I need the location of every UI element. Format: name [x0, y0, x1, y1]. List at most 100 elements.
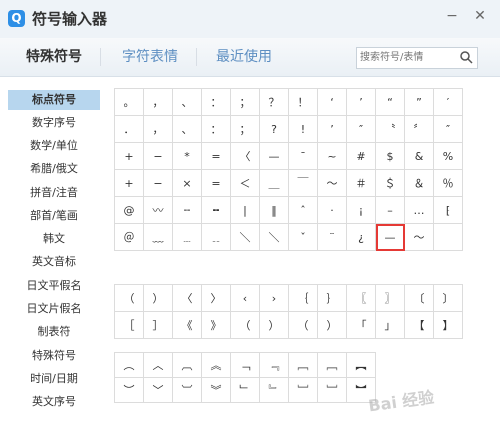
symbol-cell[interactable]: ＠	[115, 224, 144, 251]
symbol-cell[interactable]: ~	[318, 143, 347, 170]
symbol-cell[interactable]	[434, 224, 463, 251]
symbol-cell[interactable]: 【	[405, 312, 434, 339]
symbol-cell[interactable]: |	[231, 197, 260, 224]
symbol-cell[interactable]: ﹀	[144, 378, 173, 403]
symbol-cell[interactable]: %	[434, 143, 463, 170]
symbol-cell[interactable]: +	[115, 170, 144, 197]
symbol-cell[interactable]: ¿	[347, 224, 376, 251]
sidebar-item-datetime[interactable]: 时间/日期	[8, 369, 100, 389]
symbol-cell[interactable]: ﹍	[173, 224, 202, 251]
sidebar-item-phonetics[interactable]: 英文音标	[8, 252, 100, 272]
symbol-cell[interactable]: ︿	[144, 353, 173, 378]
symbol-cell[interactable]: !	[289, 116, 318, 143]
symbol-cell[interactable]: ﹎	[202, 224, 231, 251]
symbol-cell[interactable]: ︹	[173, 353, 202, 378]
symbol-cell[interactable]: ﹏	[144, 224, 173, 251]
symbol-cell[interactable]: ：	[202, 116, 231, 143]
symbol-cell[interactable]: ；	[231, 116, 260, 143]
symbol-cell[interactable]: ﹇	[318, 353, 347, 378]
symbol-cell[interactable]: ＄	[376, 170, 405, 197]
symbol-cell[interactable]: ′	[434, 89, 463, 116]
symbol-cell[interactable]: ﹄	[260, 378, 289, 403]
symbol-cell[interactable]: 〕	[434, 285, 463, 312]
sidebar-item-korean[interactable]: 韩文	[8, 229, 100, 249]
sidebar-item-hiragana[interactable]: 日文平假名	[8, 276, 100, 296]
sidebar-item-box-drawing[interactable]: 制表符	[8, 322, 100, 342]
sidebar-item-special[interactable]: 特殊符号	[8, 346, 100, 366]
symbol-cell[interactable]: –	[376, 197, 405, 224]
symbol-cell[interactable]: ，	[144, 89, 173, 116]
tab-recent[interactable]: 最近使用	[216, 46, 272, 66]
symbol-cell[interactable]: ！	[289, 89, 318, 116]
symbol-cell[interactable]: 〰	[144, 197, 173, 224]
symbol-cell[interactable]: ⁅	[434, 197, 463, 224]
symbol-cell[interactable]: ”	[405, 89, 434, 116]
search-input[interactable]	[360, 48, 455, 66]
sidebar-item-english-ordinals[interactable]: 英文序号	[8, 392, 100, 412]
symbol-cell[interactable]: 〗	[376, 285, 405, 312]
symbol-cell[interactable]: ﹈	[289, 378, 318, 403]
symbol-cell[interactable]: …	[405, 197, 434, 224]
symbol-cell[interactable]: ）	[318, 312, 347, 339]
symbol-cell[interactable]: ˇ	[289, 224, 318, 251]
symbol-cell[interactable]: ﹇	[289, 353, 318, 378]
symbol-cell[interactable]: ︽	[202, 353, 231, 378]
symbol-cell[interactable]: ［	[115, 312, 144, 339]
symbol-cell[interactable]: ︵	[115, 353, 144, 378]
symbol-cell[interactable]: ﹃	[260, 353, 289, 378]
symbol-cell[interactable]: 〈	[173, 285, 202, 312]
symbol-cell[interactable]: =	[202, 170, 231, 197]
symbol-cell[interactable]: ″	[434, 116, 463, 143]
symbol-cell[interactable]: ＼	[231, 224, 260, 251]
symbol-cell[interactable]: ＜	[231, 170, 260, 197]
minimize-button[interactable]: −	[442, 6, 462, 26]
symbol-cell[interactable]: *	[173, 143, 202, 170]
symbol-cell[interactable]: ›	[260, 285, 289, 312]
symbol-cell[interactable]: ×	[173, 170, 202, 197]
symbol-cell[interactable]: ＼	[260, 224, 289, 251]
symbol-cell[interactable]: 〞	[405, 116, 434, 143]
symbol-cell[interactable]: 〉	[202, 285, 231, 312]
symbol-cell[interactable]: 〝	[376, 116, 405, 143]
symbol-cell[interactable]: ）	[260, 312, 289, 339]
symbol-cell[interactable]: ¯	[289, 143, 318, 170]
sidebar-item-punctuation[interactable]: 标点符号	[8, 90, 100, 110]
symbol-cell[interactable]: ╌	[173, 197, 202, 224]
sidebar-item-radicals[interactable]: 部首/笔画	[8, 206, 100, 226]
symbol-cell[interactable]: ″	[347, 116, 376, 143]
symbol-cell[interactable]: ）	[144, 285, 173, 312]
symbol-cell[interactable]: ·	[318, 197, 347, 224]
symbol-cell[interactable]: 」	[376, 312, 405, 339]
search-icon[interactable]	[459, 50, 473, 64]
tab-emoticons[interactable]: 字符表情	[122, 46, 178, 66]
symbol-cell[interactable]: “	[376, 89, 405, 116]
symbol-cell[interactable]: 、	[173, 116, 202, 143]
symbol-cell[interactable]: ︶	[115, 378, 144, 403]
sidebar-item-math-units[interactable]: 数学/单位	[8, 136, 100, 156]
symbol-cell[interactable]: ˆ	[289, 197, 318, 224]
sidebar-item-katakana[interactable]: 日文片假名	[8, 299, 100, 319]
symbol-cell-selected[interactable]: —	[376, 224, 405, 251]
symbol-cell[interactable]: ︻	[347, 353, 376, 378]
symbol-cell[interactable]: ％	[434, 170, 463, 197]
symbol-cell[interactable]: 《	[173, 312, 202, 339]
symbol-cell[interactable]: ；	[231, 89, 260, 116]
symbol-cell[interactable]: ﹂	[231, 378, 260, 403]
symbol-cell[interactable]: ╍	[202, 197, 231, 224]
symbol-cell[interactable]: 】	[434, 312, 463, 339]
tab-special-symbols[interactable]: 特殊符号	[26, 46, 82, 66]
symbol-cell[interactable]: ］	[144, 312, 173, 339]
symbol-cell[interactable]: 〖	[347, 285, 376, 312]
symbol-cell[interactable]: ＿	[260, 170, 289, 197]
symbol-cell[interactable]: #	[347, 143, 376, 170]
symbol-cell[interactable]: 〔	[405, 285, 434, 312]
symbol-cell[interactable]: ？	[260, 89, 289, 116]
symbol-cell[interactable]: @	[115, 197, 144, 224]
symbol-cell[interactable]: （	[289, 312, 318, 339]
symbol-cell[interactable]: ¡	[347, 197, 376, 224]
symbol-cell[interactable]: 、	[173, 89, 202, 116]
symbol-cell[interactable]: ｝	[318, 285, 347, 312]
symbol-cell[interactable]: （	[231, 312, 260, 339]
symbol-cell[interactable]: ‹	[231, 285, 260, 312]
symbol-cell[interactable]: ﹁	[231, 353, 260, 378]
